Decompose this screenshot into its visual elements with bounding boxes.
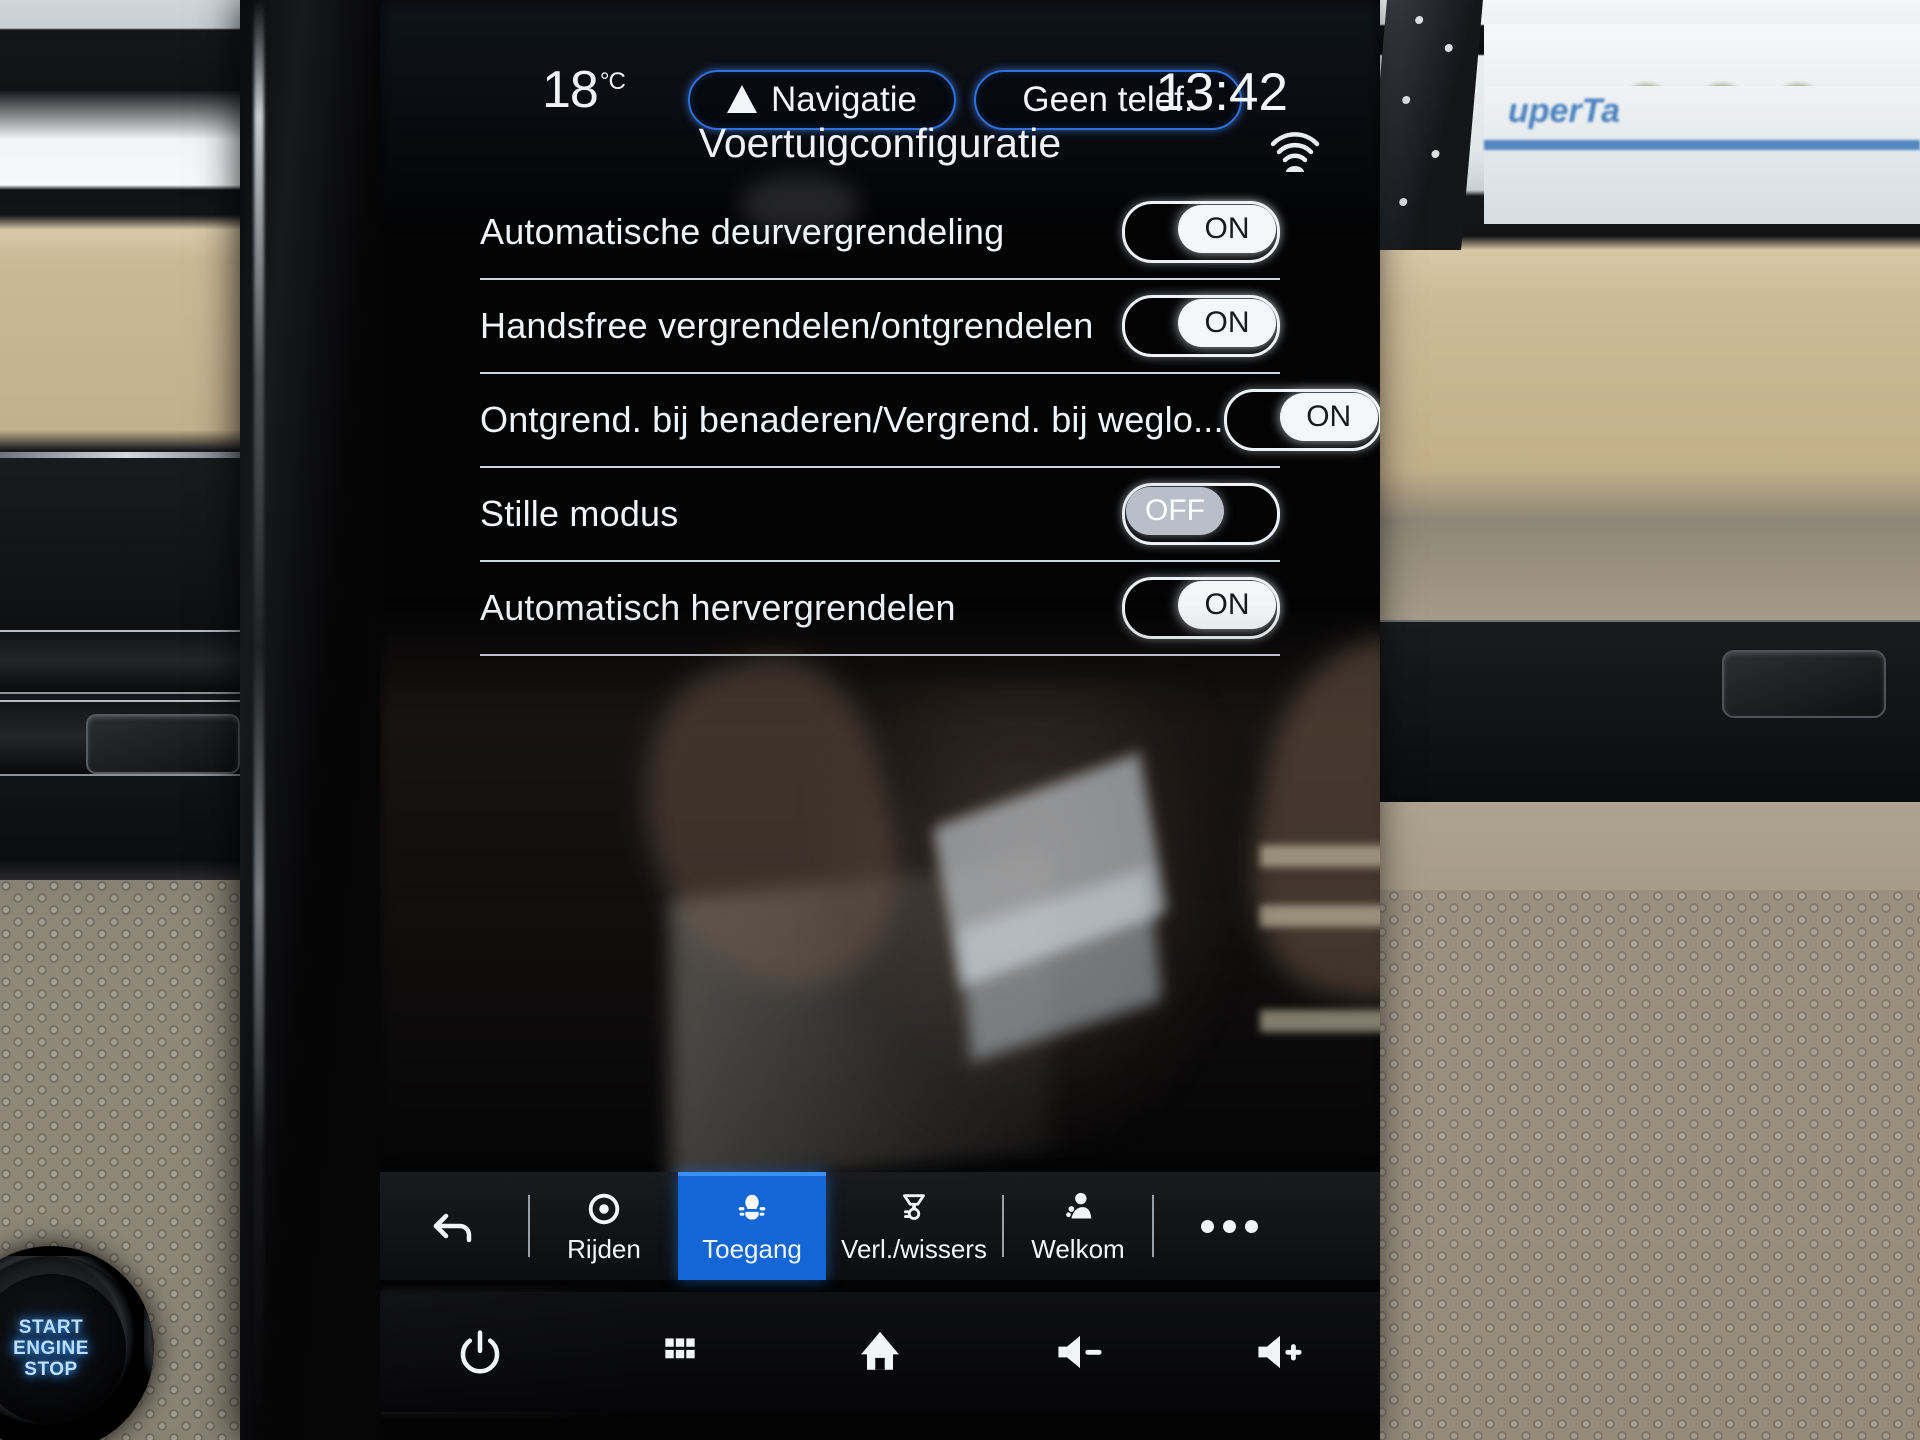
- toggle-state-label: OFF: [1126, 487, 1224, 535]
- screen-reflection-phone-lower: [957, 868, 1163, 1062]
- infotainment-screen: 18°C Navigatie Geen telef. 13:42 Voertui…: [380, 0, 1380, 1440]
- setting-label: Stille modus: [480, 493, 679, 534]
- driver-person-icon: [1059, 1188, 1097, 1230]
- screen-reflection-person: [810, 680, 1240, 1150]
- navigation-label: Navigatie: [771, 80, 917, 119]
- right-console-leather: [1364, 890, 1920, 1440]
- tab-label: Rijden: [567, 1233, 641, 1264]
- setting-row-silent-mode[interactable]: Stille modus OFF: [480, 468, 1280, 562]
- air-vent-control-knob[interactable]: [86, 714, 240, 774]
- screen-reflection-dashboard: [380, 600, 1380, 1160]
- screen-reflection-hand-right: [1230, 620, 1380, 1020]
- tab-rijden[interactable]: Rijden: [530, 1172, 678, 1280]
- apps-grid-button[interactable]: [620, 1302, 740, 1402]
- outside-temperature: 18°C: [542, 60, 626, 120]
- setting-row-auto-door-lock[interactable]: Automatische deurvergrendeling ON: [480, 186, 1280, 280]
- context-tab-bar: Rijden Toegang Verl./wissers Welkom: [380, 1172, 1380, 1280]
- toggle-auto-door-lock[interactable]: ON: [1122, 201, 1280, 263]
- back-arrow-icon: [433, 1213, 472, 1243]
- toggle-unlock-on-approach[interactable]: ON: [1223, 389, 1380, 451]
- infotainment-head-unit: 18°C Navigatie Geen telef. 13:42 Voertui…: [240, 0, 1380, 1440]
- exterior-sign-stripe: [1484, 140, 1920, 150]
- power-button[interactable]: [420, 1302, 540, 1402]
- volume-up-button[interactable]: [1220, 1302, 1340, 1402]
- toggle-silent-mode[interactable]: OFF: [1122, 483, 1280, 545]
- temperature-value: 18: [542, 61, 599, 119]
- toggle-state-label: ON: [1279, 393, 1378, 441]
- more-dots-icon: [1200, 1219, 1214, 1233]
- system-bar: [380, 1292, 1380, 1412]
- screen-reflection-highlight-1: [1260, 845, 1380, 867]
- screen-reflection-phone: [932, 752, 1168, 988]
- power-icon: [460, 1330, 500, 1374]
- volume-down-button[interactable]: [1020, 1302, 1140, 1402]
- volume-down-icon: [1058, 1335, 1102, 1369]
- temperature-unit: °C: [599, 67, 626, 95]
- stop-label: STOP: [24, 1358, 78, 1380]
- toggle-handsfree-lock-unlock[interactable]: ON: [1122, 295, 1280, 357]
- vehicle-configuration-list: Automatische deurvergrendeling ON Handsf…: [480, 186, 1380, 656]
- bezel-glare-left: [254, 0, 264, 1440]
- screen-reflection-highlight-3: [1260, 1010, 1380, 1032]
- back-button[interactable]: [380, 1172, 528, 1280]
- exterior-sign-text: uperTa: [1508, 92, 1621, 130]
- toggle-state-label: ON: [1178, 299, 1276, 347]
- headlight-icon: [895, 1188, 933, 1230]
- status-bar: 18°C Navigatie Geen telef. 13:42: [380, 28, 1380, 130]
- setting-label: Automatisch hervergrendelen: [480, 587, 956, 628]
- toggle-auto-relock[interactable]: ON: [1122, 577, 1280, 639]
- photo-scene: START ENGINE STOP uperTa 18°C Navigatie …: [0, 0, 1920, 1440]
- tab-label: Toegang: [702, 1233, 802, 1264]
- a-pillar: [1365, 0, 1483, 250]
- setting-row-handsfree-lock-unlock[interactable]: Handsfree vergrendelen/ontgrendelen ON: [480, 280, 1280, 374]
- engine-label: ENGINE: [13, 1338, 89, 1360]
- more-dots-icon: [1244, 1219, 1258, 1233]
- setting-label: Ontgrend. bij benaderen/Vergrend. bij we…: [480, 399, 1224, 440]
- navigation-arrow-icon: [727, 85, 758, 113]
- setting-label: Automatische deurvergrendeling: [480, 211, 1005, 252]
- screen-reflection-hand-left: [613, 635, 927, 1015]
- page-title: Voertuigconfiguratie: [698, 120, 1062, 166]
- steering-wheel-icon: [585, 1188, 623, 1230]
- right-vent-control-knob[interactable]: [1722, 650, 1886, 718]
- screen-reflection-highlight-2: [1260, 905, 1380, 927]
- setting-row-unlock-on-approach[interactable]: Ontgrend. bij benaderen/Vergrend. bij we…: [480, 374, 1380, 468]
- car-interior-left: [0, 0, 252, 1440]
- car-key-icon: [733, 1188, 771, 1230]
- apps-grid-icon: [665, 1338, 695, 1359]
- more-options-button[interactable]: [1154, 1172, 1304, 1280]
- clock: 13:42: [1155, 63, 1288, 122]
- home-button[interactable]: [820, 1302, 940, 1402]
- tab-welkom[interactable]: Welkom: [1004, 1172, 1152, 1280]
- toggle-state-label: ON: [1178, 205, 1276, 253]
- more-dots-icon: [1222, 1219, 1236, 1233]
- engine-start-stop-label-group: START ENGINE STOP: [0, 1274, 126, 1424]
- car-interior-right: uperTa: [1364, 0, 1920, 1440]
- tab-label: Verl./wissers: [841, 1233, 987, 1264]
- air-vent-upper: [0, 630, 252, 694]
- tab-label: Welkom: [1031, 1233, 1125, 1264]
- home-icon: [861, 1331, 899, 1370]
- tab-verlichting-wissers[interactable]: Verl./wissers: [826, 1172, 1002, 1280]
- car-connected-signal-icon: [1268, 124, 1322, 174]
- setting-row-auto-relock[interactable]: Automatisch hervergrendelen ON: [480, 562, 1280, 656]
- tab-toegang[interactable]: Toegang: [678, 1172, 826, 1280]
- toggle-state-label: ON: [1178, 581, 1276, 629]
- dash-trim-line: [0, 452, 252, 458]
- screen-reflection-surface: [670, 860, 1050, 1190]
- start-label: START: [18, 1317, 84, 1339]
- volume-up-icon: [1258, 1335, 1302, 1369]
- setting-label: Handsfree vergrendelen/ontgrendelen: [480, 305, 1094, 346]
